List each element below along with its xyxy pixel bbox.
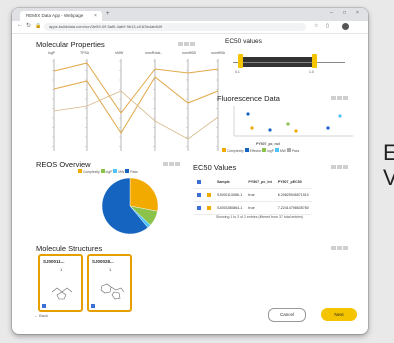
table-footer: Showing 1 to 2 of 2 entries (filtered fr… bbox=[216, 215, 304, 219]
side-letter: E bbox=[383, 140, 394, 165]
table-cell: SJ000113086-1 bbox=[214, 188, 246, 202]
axis-label: nMW bbox=[115, 51, 124, 55]
lock-icon: 🔒 bbox=[35, 23, 42, 29]
ec50-values-title: EC50 values bbox=[225, 38, 262, 45]
table-cell: true bbox=[245, 201, 275, 215]
address-row: ← ↻ 🔒 apps.builddata.com/run/3e59-09 5af… bbox=[12, 21, 368, 34]
molecule-count: 1 bbox=[109, 267, 112, 272]
select-all-checkbox[interactable] bbox=[197, 179, 201, 184]
back-link[interactable]: ← Back bbox=[34, 313, 48, 318]
table-cell: true bbox=[245, 188, 275, 202]
row-color-swatch bbox=[207, 192, 211, 197]
fluorescence-scatter bbox=[233, 106, 353, 137]
close-tab-icon[interactable]: × bbox=[94, 11, 97, 21]
panel-toolbar[interactable] bbox=[330, 96, 348, 101]
range-max-label: 1.0 bbox=[309, 70, 314, 74]
parallel-coordinates-chart bbox=[52, 59, 219, 151]
molecule-checkbox[interactable] bbox=[91, 304, 95, 308]
ec50-table: Sample PY507_pc_lnt PY507_pEC50 SJ000113… bbox=[194, 176, 312, 215]
tab-bar: REMIX Data App - Webpage × + – □ × bbox=[12, 8, 368, 21]
row-color-swatch bbox=[207, 205, 211, 210]
column-header[interactable]: Sample bbox=[214, 176, 246, 189]
next-button[interactable]: Next bbox=[321, 308, 357, 321]
panel-toolbar[interactable] bbox=[330, 165, 348, 170]
reos-overview-title: REOS Overview bbox=[36, 160, 91, 169]
panel-toolbar[interactable] bbox=[162, 162, 180, 167]
scatter-legend: Complexity Effector logP MW Pass bbox=[222, 148, 299, 153]
fluorescence-title: Fluorescence Data bbox=[217, 94, 280, 103]
molecule-structure-image bbox=[100, 283, 125, 300]
axis-label: logP bbox=[48, 51, 56, 55]
close-window-icon[interactable]: × bbox=[356, 10, 359, 16]
row-checkbox[interactable] bbox=[197, 192, 201, 197]
axis-label: numHBA bbox=[211, 51, 226, 55]
axis-label: TPSA bbox=[80, 51, 90, 55]
extension-icon[interactable]: ☆ bbox=[314, 23, 318, 29]
reos-legend: Complexity logP MW Pass bbox=[78, 169, 138, 174]
minimize-icon[interactable]: – bbox=[330, 10, 333, 16]
axis-label: numHBD bbox=[182, 51, 197, 55]
table-cell: 6.20825945571910 bbox=[274, 188, 312, 202]
reload-icon[interactable]: ↻ bbox=[26, 22, 31, 29]
molecule-card[interactable]: SJ00011... 1 bbox=[38, 254, 83, 312]
range-min-label: 0.1 bbox=[235, 70, 240, 74]
ec50-range-axis bbox=[233, 62, 345, 63]
table-row[interactable]: SJ000113086-1 true 6.20825945571910 bbox=[194, 188, 312, 202]
molecule-count: 1 bbox=[60, 267, 63, 272]
molecule-checkbox[interactable] bbox=[42, 304, 46, 308]
tab-title: REMIX Data App - Webpage bbox=[26, 13, 84, 18]
avatar[interactable] bbox=[342, 23, 349, 30]
table-header-row: Sample PY507_pc_lnt PY507_pEC50 bbox=[194, 176, 312, 189]
side-letter: V bbox=[383, 165, 394, 190]
axis-label: numRotat.. bbox=[145, 51, 163, 55]
browser-tab[interactable]: REMIX Data App - Webpage × bbox=[20, 11, 102, 21]
maximize-icon[interactable]: □ bbox=[343, 10, 346, 16]
browser-window: REMIX Data App - Webpage × + – □ × ← ↻ 🔒… bbox=[12, 8, 368, 334]
molecule-structure-image bbox=[51, 287, 73, 300]
column-header[interactable]: PY507_pc_lnt bbox=[245, 176, 275, 189]
molecule-card[interactable]: SJ00028... 1 bbox=[87, 254, 132, 312]
table-cell: 7.22414798635780 bbox=[274, 201, 312, 215]
row-checkbox[interactable] bbox=[197, 205, 201, 210]
cancel-button[interactable]: Cancel bbox=[268, 308, 306, 322]
molecule-id: SJ00011... bbox=[43, 259, 65, 264]
reos-pie-chart bbox=[101, 177, 159, 235]
panel-toolbar[interactable] bbox=[330, 246, 348, 251]
ec50-table-title: EC50 Values bbox=[193, 163, 237, 172]
back-arrow-icon[interactable]: ← bbox=[17, 22, 23, 28]
sidepanel-icon[interactable]: ▯ bbox=[326, 23, 329, 29]
range-max-handle[interactable] bbox=[312, 54, 317, 68]
scatter-xlabel: PY507_pc_nol bbox=[256, 142, 280, 146]
range-min-handle[interactable] bbox=[238, 54, 243, 68]
molecule-structures-title: Molecule Structures bbox=[36, 244, 103, 253]
url-bar[interactable]: apps.builddata.com/run/3e59-09 5af0-4ab9… bbox=[44, 23, 306, 31]
column-header[interactable]: PY507_pEC50 bbox=[274, 176, 312, 189]
new-tab-icon[interactable]: + bbox=[106, 11, 110, 17]
molecular-properties-title: Molecular Properties bbox=[36, 40, 105, 49]
table-row[interactable]: SJ000280864-1 true 7.22414798635780 bbox=[194, 201, 312, 215]
panel-toolbar[interactable] bbox=[177, 42, 195, 47]
pie-slice-complexity bbox=[129, 177, 159, 212]
molecule-id: SJ00028... bbox=[92, 259, 114, 264]
table-cell: SJ000280864-1 bbox=[214, 201, 246, 215]
